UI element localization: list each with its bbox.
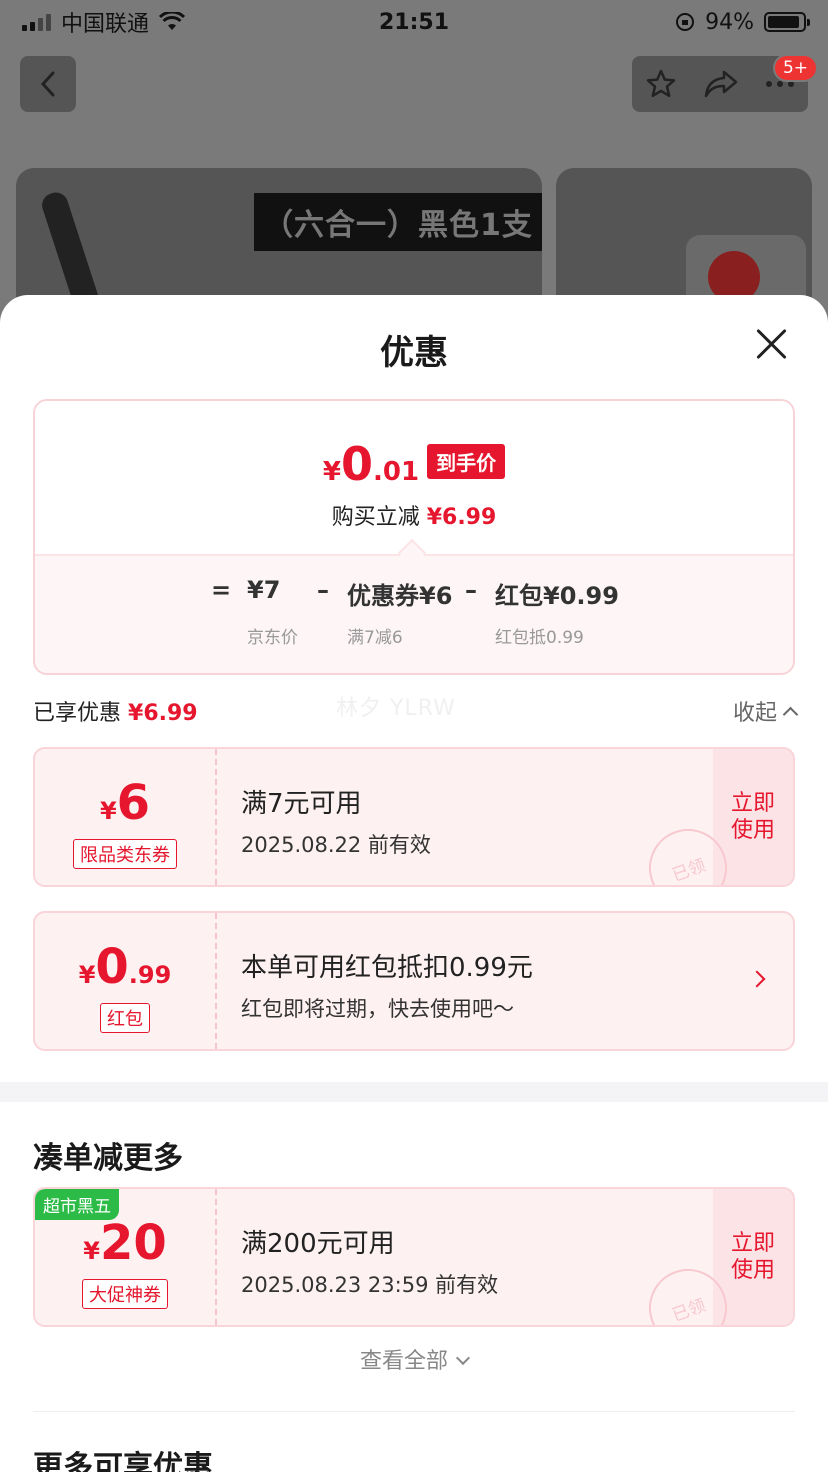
chevron-up-icon [782,706,799,722]
chevron-left-icon [40,71,55,97]
battery-icon [764,12,810,32]
final-price-tag: 到手价 [427,444,506,479]
formula-minus: – [465,576,477,604]
coupon-amount: ¥6 [99,775,151,831]
collapse-button[interactable]: 收起 [733,695,799,727]
share-icon[interactable] [704,69,738,99]
close-icon[interactable] [754,327,788,361]
coupon-amount: ¥20 [83,1215,167,1271]
hongbao-card[interactable]: ¥0.99 红包 本单可用红包抵扣0.99元 红包即将过期，快去使用吧～ [33,911,795,1051]
coupon-type-tag: 大促神券 [82,1279,168,1309]
section-title-more-savings: 凑单减更多 [33,1141,183,1176]
hongbao-tag: 红包 [100,1003,150,1033]
sheet-title: 优惠 [380,333,448,373]
coupon-card: ¥20 大促神券 超市黑五 满200元可用 2025.08.23 23:59 前… [33,1187,795,1327]
instant-reduction: 购买立减 ¥6.99 [331,505,497,530]
chevron-down-icon [455,1350,471,1366]
chevron-right-icon [748,970,766,988]
divider-line [33,1411,795,1412]
formula-coupon-label: 满7减6 [347,628,403,648]
enjoyed-discount: 已享优惠 ¥6.99 [33,701,198,726]
watermark: 林夕 YLRW [336,696,456,721]
hongbao-sub: 红包即将过期，快去使用吧～ [241,997,514,1021]
section-title-more-offers: 更多可享优惠 [33,1450,213,1472]
product-banner-text: （六合一）黑色1支 [254,193,542,251]
price-breakdown-card: ¥0.01 到手价 购买立减 ¥6.99 = ¥7 京东价 – 优惠券¥6 满7减… [33,399,795,675]
formula-hongbao: 红包¥0.99 [495,582,619,610]
coupon-expiry: 2025.08.22 前有效 [241,833,431,857]
message-badge: 5+ [772,54,818,82]
formula-minus: – [317,576,329,604]
final-price: ¥0.01 到手价 [35,437,793,491]
coupon-card: ¥6 限品类东券 满7元可用 2025.08.22 前有效 立即使用 已领 [33,747,795,887]
discount-sheet: 优惠 ¥0.01 到手价 购买立减 ¥6.99 = ¥7 京东价 – 优惠券¥6 … [0,295,828,1472]
clock: 21:51 [378,9,450,35]
coupon-title: 满200元可用 [241,1229,395,1259]
hongbao-title: 本单可用红包抵扣0.99元 [241,953,533,983]
formula-coupon: 优惠券¥6 [347,582,453,610]
status-bar: 中国联通 21:51 94% [0,0,828,44]
coupon-expiry: 2025.08.23 23:59 前有效 [241,1273,499,1297]
coupon-type-tag: 限品类东券 [73,839,177,869]
formula-jd-price-label: 京东价 [247,628,298,648]
formula-jd-price: ¥7 [247,576,281,604]
coupon-title: 满7元可用 [241,789,362,819]
hongbao-amount: ¥0.99 [78,939,172,995]
formula-equals: = [211,576,232,604]
view-all-button[interactable]: 查看全部 [0,1343,828,1375]
promo-badge: 超市黑五 [35,1189,119,1220]
star-icon[interactable] [645,68,677,100]
section-divider [0,1082,828,1102]
formula-hongbao-label: 红包抵0.99 [495,628,584,648]
back-button[interactable] [20,56,76,112]
